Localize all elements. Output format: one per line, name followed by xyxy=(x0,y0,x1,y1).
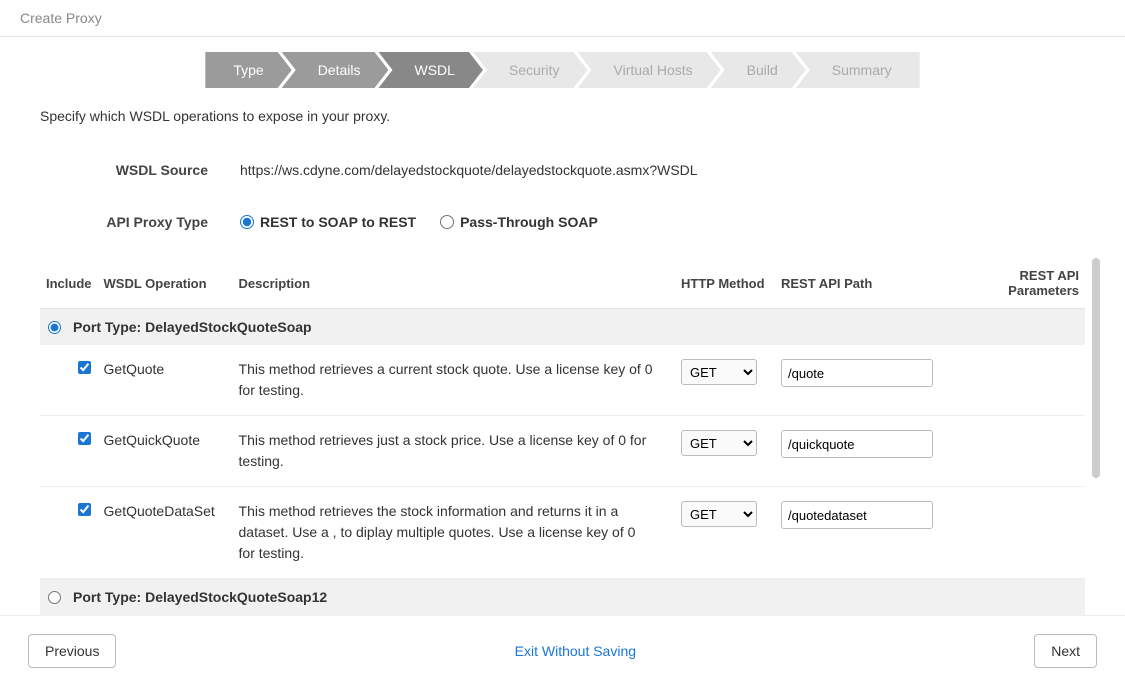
port-radio-soap[interactable] xyxy=(48,321,61,334)
scrollbar[interactable] xyxy=(1092,258,1100,478)
col-path: REST API Path xyxy=(775,258,945,309)
proxy-type-label: API Proxy Type xyxy=(40,214,240,230)
operations-table: Include WSDL Operation Description HTTP … xyxy=(40,258,1085,615)
operations-table-area: Include WSDL Operation Description HTTP … xyxy=(40,258,1085,615)
next-button[interactable]: Next xyxy=(1034,634,1097,668)
step-virtual-hosts: Virtual Hosts xyxy=(578,52,721,88)
operation-name: GetQuickQuote xyxy=(98,416,233,487)
step-wsdl[interactable]: WSDL xyxy=(378,52,482,88)
step-build: Build xyxy=(711,52,806,88)
include-checkbox[interactable] xyxy=(78,432,91,445)
proxy-type-label-passthrough: Pass-Through SOAP xyxy=(460,214,598,230)
operation-name: GetQuote xyxy=(98,345,233,416)
http-method-select[interactable]: GET xyxy=(681,501,757,527)
port-label: Port Type: DelayedStockQuoteSoap xyxy=(73,319,312,335)
step-type[interactable]: Type xyxy=(205,52,291,88)
page-title: Create Proxy xyxy=(20,10,102,26)
proxy-type-option-passthrough[interactable]: Pass-Through SOAP xyxy=(440,214,598,230)
rest-path-input[interactable] xyxy=(781,501,933,529)
operation-description: This method retrieves a current stock qu… xyxy=(233,345,675,416)
operation-description: This method retrieves just a stock price… xyxy=(233,416,675,487)
col-params: REST API Parameters xyxy=(945,258,1085,309)
operation-row-getquote: GetQuote This method retrieves a current… xyxy=(40,345,1085,416)
content-wrapper: Type Details WSDL Security Virtual Hosts… xyxy=(20,37,1105,615)
http-method-select[interactable]: GET xyxy=(681,359,757,385)
operation-row-getquickquote: GetQuickQuote This method retrieves just… xyxy=(40,416,1085,487)
wsdl-source-value: https://ws.cdyne.com/delayedstockquote/d… xyxy=(240,162,1085,178)
page-header: Create Proxy xyxy=(0,0,1125,37)
port-label: Port Type: DelayedStockQuoteSoap12 xyxy=(73,589,327,605)
wizard-footer: Previous Exit Without Saving Next xyxy=(0,615,1125,686)
wsdl-source-row: WSDL Source https://ws.cdyne.com/delayed… xyxy=(40,154,1085,186)
port-radio-soap12[interactable] xyxy=(48,591,61,604)
col-operation: WSDL Operation xyxy=(98,258,233,309)
port-row-soap: Port Type: DelayedStockQuoteSoap xyxy=(40,309,1085,346)
step-security: Security xyxy=(473,52,588,88)
proxy-type-radio-passthrough[interactable] xyxy=(440,215,454,229)
exit-without-saving-link[interactable]: Exit Without Saving xyxy=(515,643,636,659)
instruction-text: Specify which WSDL operations to expose … xyxy=(40,108,1085,154)
proxy-type-row: API Proxy Type REST to SOAP to REST Pass… xyxy=(40,206,1085,238)
include-checkbox[interactable] xyxy=(78,503,91,516)
operation-row-getquotedataset: GetQuoteDataSet This method retrieves th… xyxy=(40,487,1085,579)
http-method-select[interactable]: GET xyxy=(681,430,757,456)
step-details[interactable]: Details xyxy=(282,52,389,88)
proxy-type-option-rest[interactable]: REST to SOAP to REST xyxy=(240,214,416,230)
wsdl-source-label: WSDL Source xyxy=(40,162,240,178)
step-summary: Summary xyxy=(796,52,920,88)
port-row-soap12: Port Type: DelayedStockQuoteSoap12 xyxy=(40,579,1085,616)
wizard-stepper: Type Details WSDL Security Virtual Hosts… xyxy=(40,37,1085,108)
col-description: Description xyxy=(233,258,675,309)
col-include: Include xyxy=(40,258,98,309)
rest-path-input[interactable] xyxy=(781,359,933,387)
include-checkbox[interactable] xyxy=(78,361,91,374)
col-method: HTTP Method xyxy=(675,258,775,309)
operation-description: This method retrieves the stock informat… xyxy=(233,487,675,579)
proxy-type-radio-rest[interactable] xyxy=(240,215,254,229)
previous-button[interactable]: Previous xyxy=(28,634,116,668)
proxy-type-label-rest: REST to SOAP to REST xyxy=(260,214,416,230)
rest-path-input[interactable] xyxy=(781,430,933,458)
operation-name: GetQuoteDataSet xyxy=(98,487,233,579)
